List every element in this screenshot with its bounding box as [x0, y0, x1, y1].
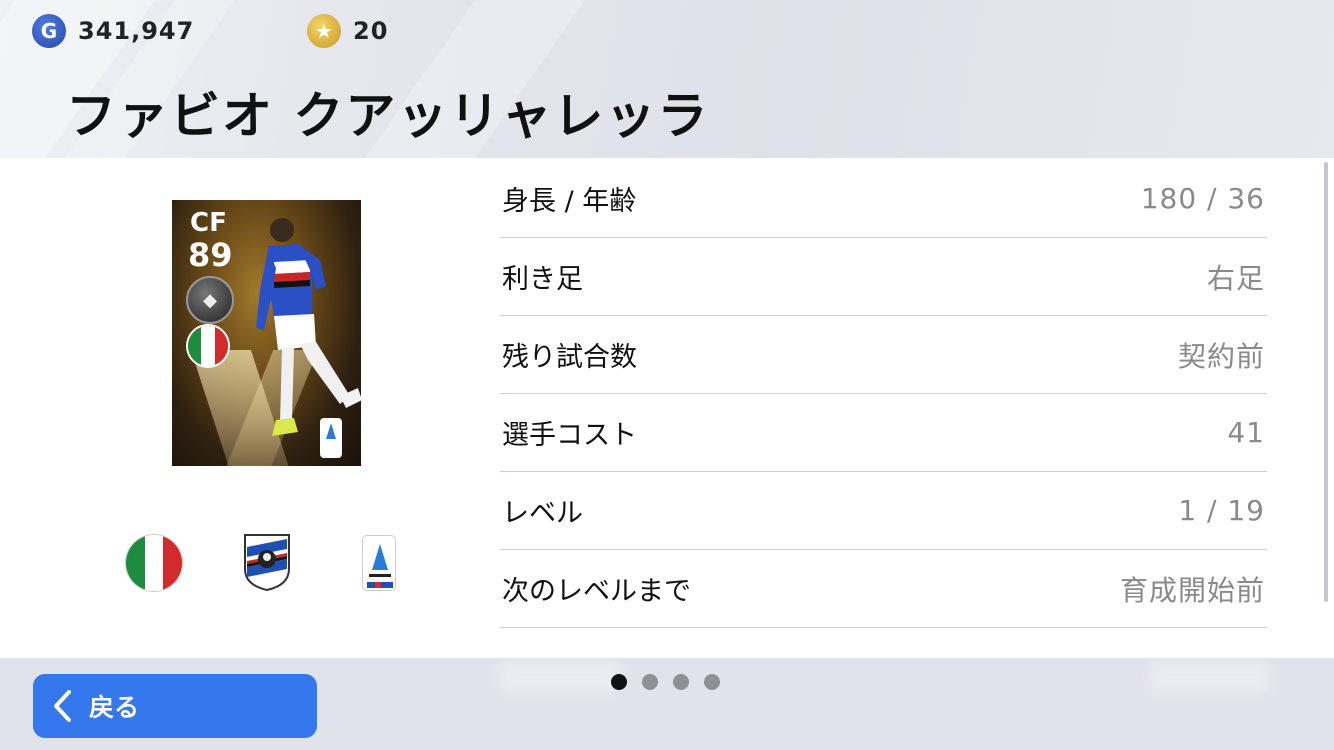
- stat-row-foot: 利き足 右足: [500, 238, 1267, 316]
- italy-flag-icon: [126, 535, 182, 591]
- stat-value: 育成開始前: [1119, 573, 1265, 607]
- page-dot-3[interactable]: [673, 674, 689, 690]
- back-button[interactable]: 戻る: [33, 674, 317, 738]
- stat-label: 次のレベルまで: [502, 576, 691, 607]
- stat-row-height-age: 身長 / 年齢 180 / 36: [500, 160, 1267, 238]
- sampdoria-crest-icon: [244, 534, 290, 591]
- stat-row-remaining-matches: 残り試合数 契約前: [500, 316, 1267, 394]
- g-coin-icon: G: [32, 14, 66, 48]
- blurred-overflow-text: [1150, 662, 1270, 692]
- stat-row-cost: 選手コスト 41: [500, 394, 1267, 472]
- stat-label: 残り試合数: [502, 342, 637, 373]
- chevron-left-icon: [51, 689, 77, 723]
- stat-value: 41: [1227, 416, 1265, 449]
- card-position: CF: [190, 208, 227, 238]
- player-card[interactable]: CF 89 ◆: [172, 200, 361, 466]
- coin-value: 20: [353, 17, 389, 45]
- stat-row-next-level: 次のレベルまで 育成開始前: [500, 550, 1267, 628]
- stat-value: 180 / 36: [1140, 182, 1265, 215]
- italy-flag-icon: [188, 326, 228, 366]
- coin-balance: ★ 20: [307, 14, 388, 48]
- blurred-overflow-text: [500, 662, 620, 692]
- player-stats-list: 身長 / 年齢 180 / 36 利き足 右足 残り試合数 契約前 選手コスト …: [500, 160, 1267, 628]
- stat-row-level: レベル 1 / 19: [500, 472, 1267, 550]
- gp-value: 341,947: [78, 17, 195, 45]
- back-button-label: 戻る: [89, 693, 140, 722]
- top-header: G 341,947 ★ 20 ファビオ クアッリャレッラ: [0, 0, 1334, 158]
- page-dot-2[interactable]: [642, 674, 658, 690]
- page-dot-4[interactable]: [704, 674, 720, 690]
- stat-label: 選手コスト: [502, 420, 637, 451]
- page-dot-1[interactable]: [611, 674, 627, 690]
- player-image: [256, 218, 361, 436]
- stat-label: レベル: [502, 498, 583, 529]
- serie-a-logo-icon: [320, 418, 342, 458]
- page-indicator[interactable]: [611, 674, 720, 690]
- scrollbar[interactable]: [1324, 162, 1328, 602]
- gp-balance: G 341,947: [32, 14, 194, 48]
- stat-value: 右足: [1206, 261, 1265, 295]
- player-name: ファビオ クアッリャレッラ: [66, 87, 710, 145]
- stat-label: 利き足: [502, 264, 583, 295]
- star-coin-icon: ★: [307, 14, 341, 48]
- stat-label: 身長 / 年齢: [502, 186, 637, 217]
- stat-value: 1 / 19: [1178, 494, 1265, 527]
- card-rating: 89: [188, 236, 233, 274]
- stat-value: 契約前: [1177, 339, 1265, 373]
- serie-a-logo-icon: [362, 535, 396, 591]
- wolf-badge-icon: ◆: [186, 276, 234, 324]
